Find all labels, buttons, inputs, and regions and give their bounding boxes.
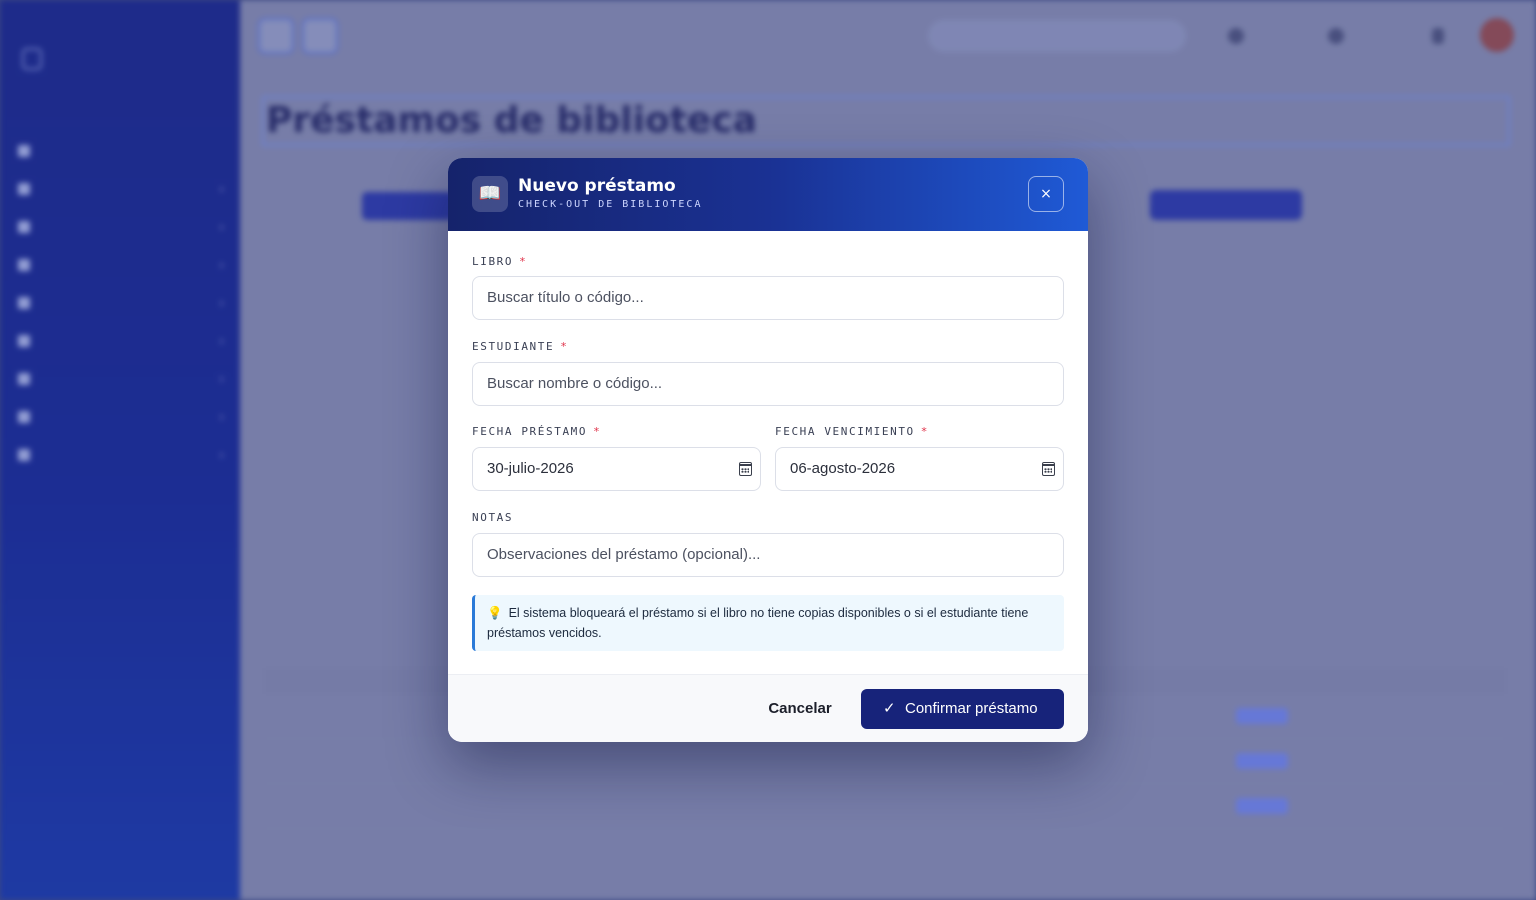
modal-title: Nuevo préstamo	[518, 176, 676, 196]
student-search-input[interactable]: Buscar nombre o código...	[472, 362, 1064, 406]
calendar-icon	[739, 462, 752, 476]
close-icon: ×	[1040, 186, 1052, 202]
due-date-picker-button[interactable]	[1034, 447, 1064, 491]
book-label: LIBRO *	[472, 255, 528, 268]
close-button[interactable]: ×	[1028, 176, 1064, 212]
modal-subtitle: CHECK-OUT DE BIBLIOTECA	[518, 199, 703, 210]
book-icon: 📖	[472, 176, 508, 212]
confirm-loan-button[interactable]: ✓ Confirmar préstamo	[861, 689, 1064, 729]
student-label: ESTUDIANTE *	[472, 340, 569, 353]
required-mark: *	[593, 425, 602, 438]
loan-date-picker-button[interactable]	[731, 447, 761, 491]
modal-footer: Cancelar ✓ Confirmar préstamo	[448, 674, 1088, 742]
cancel-button[interactable]: Cancelar	[756, 689, 844, 729]
due-date-label: FECHA VENCIMIENTO *	[775, 425, 930, 438]
loan-date-input[interactable]: 30-julio-2026	[472, 447, 732, 491]
due-date-input[interactable]: 06-agosto-2026	[775, 447, 1035, 491]
required-mark: *	[920, 425, 930, 438]
loan-date-label: FECHA PRÉSTAMO *	[472, 425, 602, 438]
required-mark: *	[560, 340, 569, 353]
check-icon: ✓	[883, 700, 896, 717]
lightbulb-icon: 💡	[487, 606, 503, 620]
info-note-text: El sistema bloqueará el préstamo si el l…	[487, 606, 1029, 640]
info-note: 💡 El sistema bloqueará el préstamo si el …	[472, 595, 1064, 651]
notes-label: NOTAS	[472, 511, 514, 524]
book-search-input[interactable]: Buscar título o código...	[472, 276, 1064, 320]
confirm-loan-label: Confirmar préstamo	[905, 700, 1038, 717]
required-mark: *	[519, 255, 528, 268]
modal-header: 📖 Nuevo préstamo CHECK-OUT DE BIBLIOTECA…	[448, 158, 1088, 231]
notes-input[interactable]: Observaciones del préstamo (opcional)...	[472, 533, 1064, 577]
calendar-icon	[1042, 462, 1055, 476]
new-loan-modal: 📖 Nuevo préstamo CHECK-OUT DE BIBLIOTECA…	[448, 158, 1088, 742]
